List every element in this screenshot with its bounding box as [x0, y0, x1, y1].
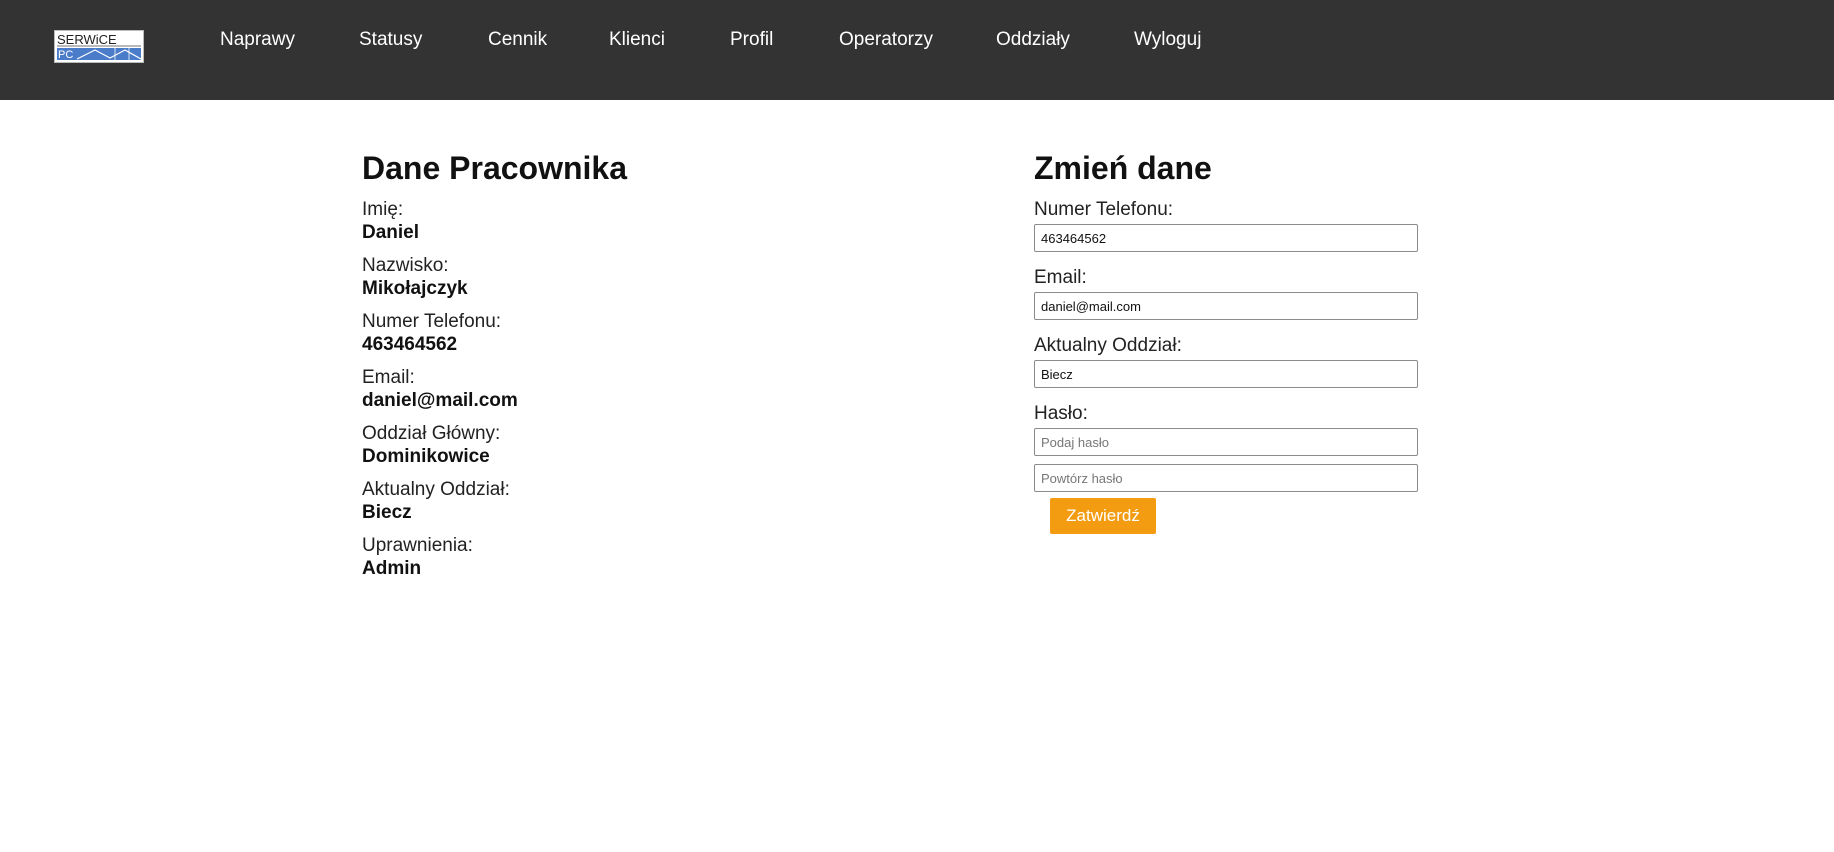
branch-input[interactable] — [1034, 360, 1418, 388]
nav-cennik[interactable]: Cennik — [488, 28, 547, 52]
nav-klienci[interactable]: Klienci — [609, 28, 665, 52]
nav-naprawy[interactable]: Naprawy — [220, 28, 295, 52]
last-name-label: Nazwisko: — [362, 255, 449, 276]
email-input-label: Email: — [1034, 267, 1087, 288]
last-name-value: Mikołajczyk — [362, 278, 468, 299]
permissions-label: Uprawnienia: — [362, 535, 473, 556]
phone-input-label: Numer Telefonu: — [1034, 199, 1174, 220]
logo-text-top: SERWiCE — [57, 32, 117, 47]
current-branch-label: Aktualny Oddział: — [362, 479, 510, 500]
permissions-value: Admin — [362, 558, 422, 579]
nav-oddzialy[interactable]: Oddziały — [996, 28, 1070, 52]
serwice-pc-logo[interactable]: SERWiCE PC — [54, 30, 144, 63]
nav-operatorzy[interactable]: Operatorzy — [839, 28, 933, 52]
field-email: Email: daniel@mail.com — [362, 366, 882, 412]
logo-text-bottom: PC — [58, 49, 73, 61]
phone-label: Numer Telefonu: — [362, 311, 502, 332]
nav-profil[interactable]: Profil — [730, 28, 773, 52]
field-last-name: Nazwisko: Mikołajczyk — [362, 254, 882, 300]
navbar: SERWiCE PC Naprawy Statusy Cennik Klienc… — [0, 0, 1834, 100]
employee-data-title: Dane Pracownika — [362, 150, 627, 186]
main-branch-value: Dominikowice — [362, 446, 490, 467]
field-permissions: Uprawnienia: Admin — [362, 534, 882, 580]
password-repeat-input[interactable] — [1034, 464, 1418, 492]
phone-input[interactable] — [1034, 224, 1418, 252]
employee-data-panel: Dane Pracownika Imię: Daniel Nazwisko: M… — [362, 148, 882, 590]
main-branch-label: Oddział Główny: — [362, 423, 501, 444]
field-main-branch: Oddział Główny: Dominikowice — [362, 422, 882, 468]
current-branch-value: Biecz — [362, 502, 412, 523]
first-name-label: Imię: — [362, 199, 404, 220]
nav-statusy[interactable]: Statusy — [359, 28, 422, 52]
nav-wyloguj[interactable]: Wyloguj — [1134, 28, 1201, 52]
change-data-form: Zmień dane Numer Telefonu: Email: Aktual… — [1034, 148, 1454, 534]
password-label: Hasło: — [1034, 403, 1088, 424]
field-first-name: Imię: Daniel — [362, 198, 882, 244]
field-phone: Numer Telefonu: 463464562 — [362, 310, 882, 356]
field-current-branch: Aktualny Oddział: Biecz — [362, 478, 882, 524]
change-data-title: Zmień dane — [1034, 150, 1212, 186]
branch-input-label: Aktualny Oddział: — [1034, 335, 1182, 356]
password-input[interactable] — [1034, 428, 1418, 456]
email-value: daniel@mail.com — [362, 390, 518, 411]
phone-value: 463464562 — [362, 334, 458, 355]
email-label: Email: — [362, 367, 415, 388]
submit-button[interactable]: Zatwierdź — [1050, 498, 1156, 534]
email-input[interactable] — [1034, 292, 1418, 320]
first-name-value: Daniel — [362, 222, 420, 243]
